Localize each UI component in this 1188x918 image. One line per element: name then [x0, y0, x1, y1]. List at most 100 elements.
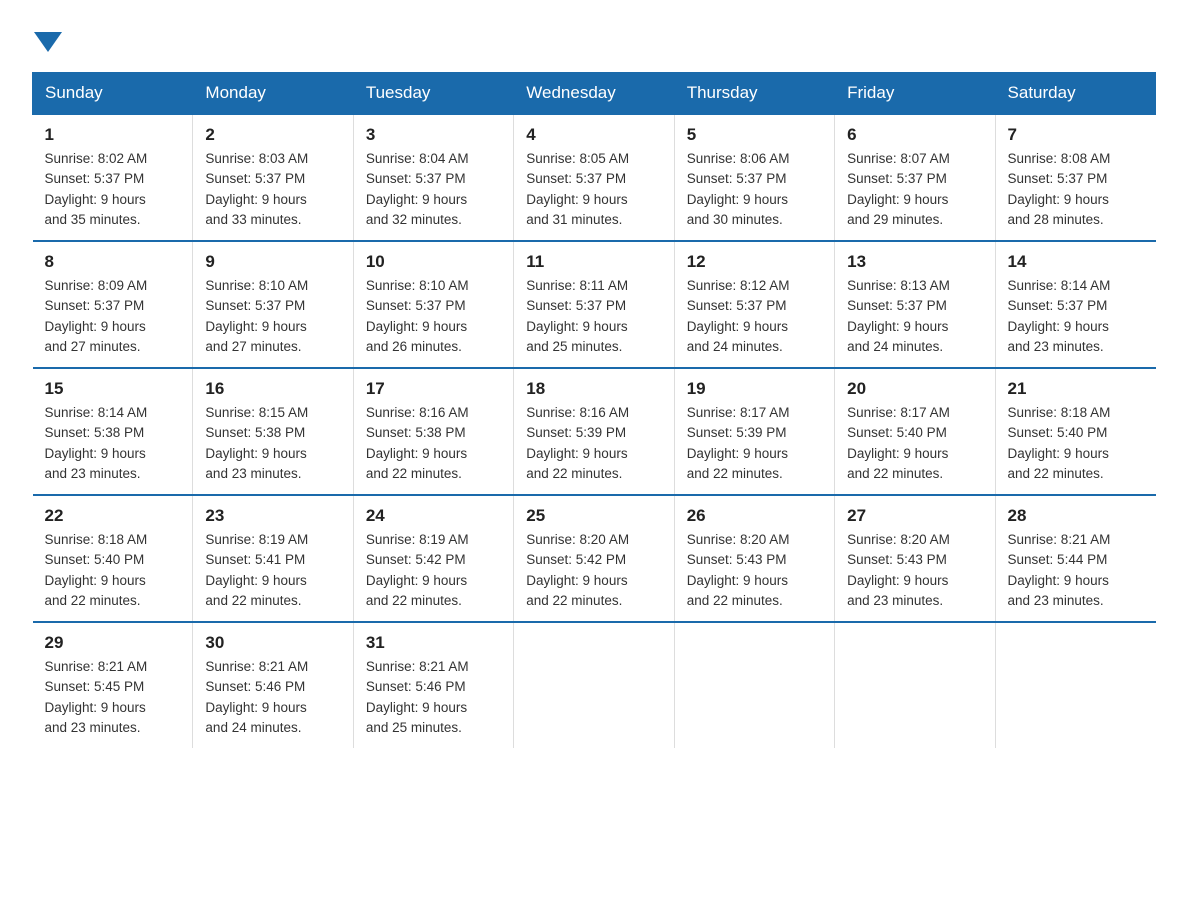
day-number: 7: [1008, 125, 1144, 145]
calendar-day-cell: 9 Sunrise: 8:10 AMSunset: 5:37 PMDaylight…: [193, 241, 353, 368]
calendar-day-cell: [995, 622, 1155, 748]
days-of-week-row: SundayMondayTuesdayWednesdayThursdayFrid…: [33, 73, 1156, 115]
day-of-week-header: Saturday: [995, 73, 1155, 115]
day-number: 30: [205, 633, 340, 653]
day-number: 15: [45, 379, 181, 399]
calendar-day-cell: 2 Sunrise: 8:03 AMSunset: 5:37 PMDaylight…: [193, 114, 353, 241]
calendar-day-cell: 24 Sunrise: 8:19 AMSunset: 5:42 PMDayligh…: [353, 495, 513, 622]
calendar-day-cell: 13Sunrise: 8:13 AMSunset: 5:37 PMDayligh…: [835, 241, 995, 368]
day-info: Sunrise: 8:20 AMSunset: 5:43 PMDaylight:…: [687, 530, 822, 611]
day-info: Sunrise: 8:21 AMSunset: 5:44 PMDaylight:…: [1008, 530, 1144, 611]
day-of-week-header: Monday: [193, 73, 353, 115]
calendar-day-cell: 6 Sunrise: 8:07 AMSunset: 5:37 PMDaylight…: [835, 114, 995, 241]
calendar-day-cell: 26 Sunrise: 8:20 AMSunset: 5:43 PMDayligh…: [674, 495, 834, 622]
day-number: 25: [526, 506, 661, 526]
day-info: Sunrise: 8:17 AMSunset: 5:39 PMDaylight:…: [687, 403, 822, 484]
day-number: 27: [847, 506, 982, 526]
day-info: Sunrise: 8:19 AMSunset: 5:41 PMDaylight:…: [205, 530, 340, 611]
day-info: Sunrise: 8:21 AMSunset: 5:45 PMDaylight:…: [45, 657, 181, 738]
day-number: 10: [366, 252, 501, 272]
day-info: Sunrise: 8:04 AMSunset: 5:37 PMDaylight:…: [366, 149, 501, 230]
calendar-table: SundayMondayTuesdayWednesdayThursdayFrid…: [32, 72, 1156, 748]
day-info: Sunrise: 8:17 AMSunset: 5:40 PMDaylight:…: [847, 403, 982, 484]
calendar-week-row: 8 Sunrise: 8:09 AMSunset: 5:37 PMDaylight…: [33, 241, 1156, 368]
day-info: Sunrise: 8:20 AMSunset: 5:42 PMDaylight:…: [526, 530, 661, 611]
day-info: Sunrise: 8:21 AMSunset: 5:46 PMDaylight:…: [366, 657, 501, 738]
day-info: Sunrise: 8:10 AMSunset: 5:37 PMDaylight:…: [205, 276, 340, 357]
page-header: [32, 24, 1156, 52]
calendar-day-cell: 12 Sunrise: 8:12 AMSunset: 5:37 PMDayligh…: [674, 241, 834, 368]
calendar-day-cell: 25 Sunrise: 8:20 AMSunset: 5:42 PMDayligh…: [514, 495, 674, 622]
day-of-week-header: Tuesday: [353, 73, 513, 115]
calendar-day-cell: 30 Sunrise: 8:21 AMSunset: 5:46 PMDayligh…: [193, 622, 353, 748]
calendar-day-cell: 11 Sunrise: 8:11 AMSunset: 5:37 PMDayligh…: [514, 241, 674, 368]
day-number: 2: [205, 125, 340, 145]
day-info: Sunrise: 8:05 AMSunset: 5:37 PMDaylight:…: [526, 149, 661, 230]
calendar-day-cell: 4 Sunrise: 8:05 AMSunset: 5:37 PMDaylight…: [514, 114, 674, 241]
day-info: Sunrise: 8:09 AMSunset: 5:37 PMDaylight:…: [45, 276, 181, 357]
day-info: Sunrise: 8:08 AMSunset: 5:37 PMDaylight:…: [1008, 149, 1144, 230]
day-number: 22: [45, 506, 181, 526]
day-info: Sunrise: 8:06 AMSunset: 5:37 PMDaylight:…: [687, 149, 822, 230]
calendar-day-cell: [514, 622, 674, 748]
logo: [32, 24, 64, 52]
calendar-day-cell: 16 Sunrise: 8:15 AMSunset: 5:38 PMDayligh…: [193, 368, 353, 495]
logo-triangle-icon: [34, 32, 62, 52]
day-of-week-header: Wednesday: [514, 73, 674, 115]
day-number: 11: [526, 252, 661, 272]
day-info: Sunrise: 8:19 AMSunset: 5:42 PMDaylight:…: [366, 530, 501, 611]
day-number: 8: [45, 252, 181, 272]
calendar-day-cell: 17Sunrise: 8:16 AMSunset: 5:38 PMDayligh…: [353, 368, 513, 495]
day-info: Sunrise: 8:15 AMSunset: 5:38 PMDaylight:…: [205, 403, 340, 484]
day-of-week-header: Sunday: [33, 73, 193, 115]
calendar-day-cell: 31 Sunrise: 8:21 AMSunset: 5:46 PMDayligh…: [353, 622, 513, 748]
day-number: 6: [847, 125, 982, 145]
calendar-day-cell: 14Sunrise: 8:14 AMSunset: 5:37 PMDayligh…: [995, 241, 1155, 368]
day-number: 23: [205, 506, 340, 526]
day-info: Sunrise: 8:13 AMSunset: 5:37 PMDaylight:…: [847, 276, 982, 357]
day-number: 31: [366, 633, 501, 653]
day-info: Sunrise: 8:12 AMSunset: 5:37 PMDaylight:…: [687, 276, 822, 357]
day-info: Sunrise: 8:07 AMSunset: 5:37 PMDaylight:…: [847, 149, 982, 230]
calendar-day-cell: 8 Sunrise: 8:09 AMSunset: 5:37 PMDaylight…: [33, 241, 193, 368]
day-number: 26: [687, 506, 822, 526]
day-number: 19: [687, 379, 822, 399]
day-info: Sunrise: 8:10 AMSunset: 5:37 PMDaylight:…: [366, 276, 501, 357]
day-number: 3: [366, 125, 501, 145]
day-number: 16: [205, 379, 340, 399]
day-of-week-header: Friday: [835, 73, 995, 115]
calendar-day-cell: 15 Sunrise: 8:14 AMSunset: 5:38 PMDayligh…: [33, 368, 193, 495]
day-number: 29: [45, 633, 181, 653]
calendar-day-cell: 3 Sunrise: 8:04 AMSunset: 5:37 PMDaylight…: [353, 114, 513, 241]
day-number: 24: [366, 506, 501, 526]
day-number: 1: [45, 125, 181, 145]
day-number: 12: [687, 252, 822, 272]
day-info: Sunrise: 8:14 AMSunset: 5:38 PMDaylight:…: [45, 403, 181, 484]
day-info: Sunrise: 8:02 AMSunset: 5:37 PMDaylight:…: [45, 149, 181, 230]
calendar-day-cell: 19 Sunrise: 8:17 AMSunset: 5:39 PMDayligh…: [674, 368, 834, 495]
day-number: 9: [205, 252, 340, 272]
calendar-week-row: 22Sunrise: 8:18 AMSunset: 5:40 PMDayligh…: [33, 495, 1156, 622]
day-info: Sunrise: 8:21 AMSunset: 5:46 PMDaylight:…: [205, 657, 340, 738]
calendar-day-cell: 1 Sunrise: 8:02 AMSunset: 5:37 PMDaylight…: [33, 114, 193, 241]
day-info: Sunrise: 8:16 AMSunset: 5:39 PMDaylight:…: [526, 403, 661, 484]
calendar-header: SundayMondayTuesdayWednesdayThursdayFrid…: [33, 73, 1156, 115]
calendar-day-cell: 27Sunrise: 8:20 AMSunset: 5:43 PMDayligh…: [835, 495, 995, 622]
day-number: 17: [366, 379, 501, 399]
day-info: Sunrise: 8:03 AMSunset: 5:37 PMDaylight:…: [205, 149, 340, 230]
calendar-day-cell: 18Sunrise: 8:16 AMSunset: 5:39 PMDayligh…: [514, 368, 674, 495]
calendar-week-row: 15 Sunrise: 8:14 AMSunset: 5:38 PMDayligh…: [33, 368, 1156, 495]
calendar-day-cell: [674, 622, 834, 748]
day-number: 5: [687, 125, 822, 145]
calendar-day-cell: 10 Sunrise: 8:10 AMSunset: 5:37 PMDayligh…: [353, 241, 513, 368]
calendar-body: 1 Sunrise: 8:02 AMSunset: 5:37 PMDaylight…: [33, 114, 1156, 748]
day-number: 4: [526, 125, 661, 145]
day-info: Sunrise: 8:14 AMSunset: 5:37 PMDaylight:…: [1008, 276, 1144, 357]
calendar-day-cell: 21Sunrise: 8:18 AMSunset: 5:40 PMDayligh…: [995, 368, 1155, 495]
calendar-day-cell: 28Sunrise: 8:21 AMSunset: 5:44 PMDayligh…: [995, 495, 1155, 622]
calendar-day-cell: [835, 622, 995, 748]
calendar-day-cell: 5 Sunrise: 8:06 AMSunset: 5:37 PMDaylight…: [674, 114, 834, 241]
day-number: 21: [1008, 379, 1144, 399]
day-info: Sunrise: 8:11 AMSunset: 5:37 PMDaylight:…: [526, 276, 661, 357]
calendar-day-cell: 20Sunrise: 8:17 AMSunset: 5:40 PMDayligh…: [835, 368, 995, 495]
